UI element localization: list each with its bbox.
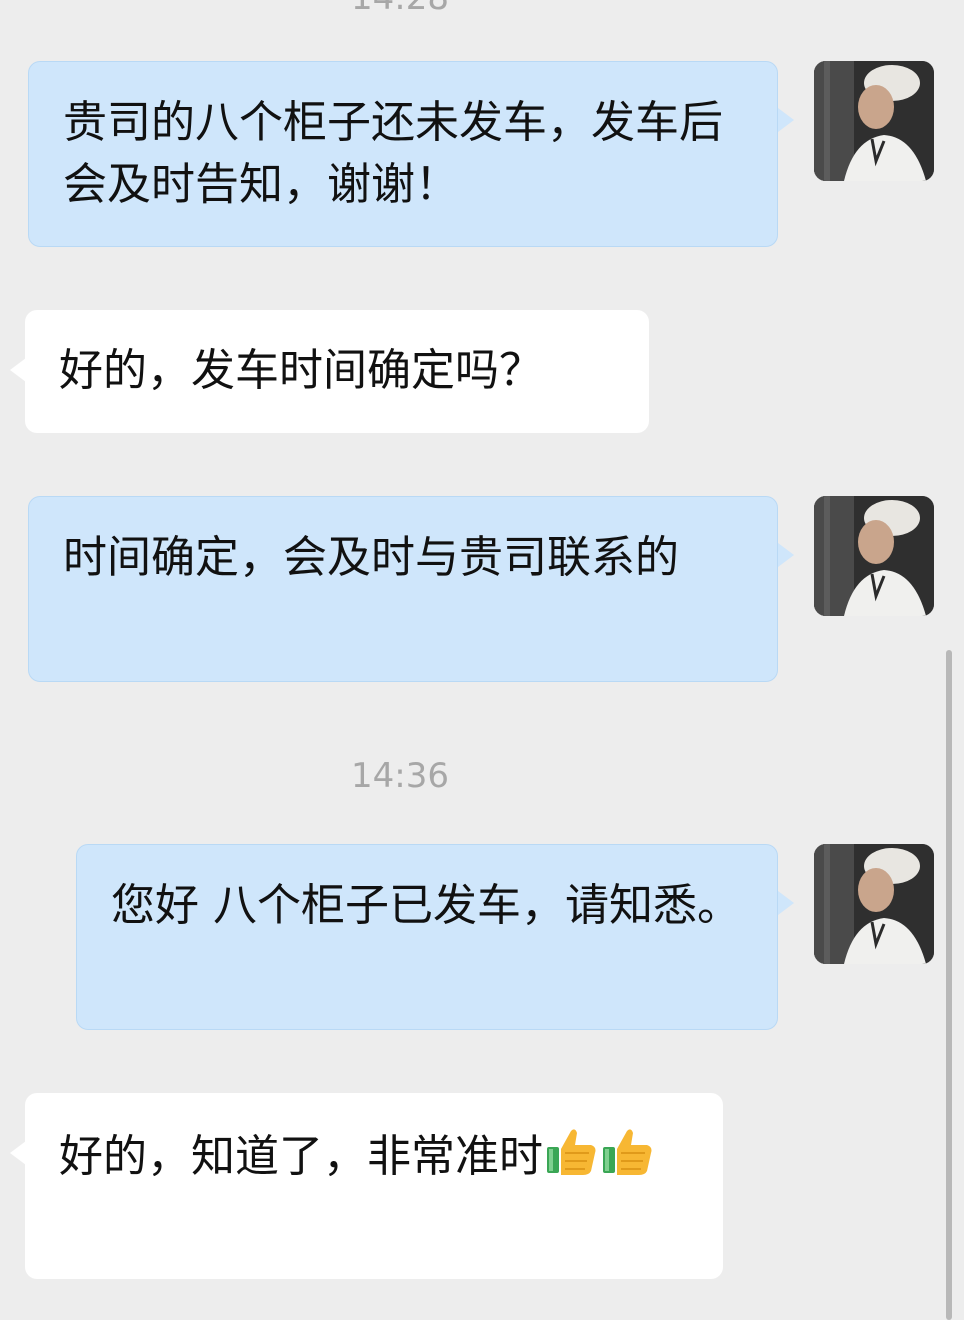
bubble-tail <box>10 358 26 382</box>
message-bubble-outgoing[interactable]: 您好 八个柜子已发车，请知悉。 <box>76 844 778 1030</box>
avatar[interactable] <box>814 844 934 964</box>
timestamp: 14:28 <box>300 0 500 18</box>
bubble-tail <box>10 1141 26 1165</box>
avatar-photo-icon <box>814 844 934 964</box>
message-bubble-outgoing[interactable]: 时间确定，会及时与贵司联系的 <box>28 496 778 682</box>
avatar-photo-icon <box>814 496 934 616</box>
message-text: 好的，知道了，非常准时 <box>59 1131 543 1182</box>
bubble-tail <box>778 108 794 132</box>
thumbs-up-icon <box>543 1123 599 1179</box>
message-bubble-incoming[interactable]: 好的，发车时间确定吗？ <box>25 310 649 433</box>
timestamp: 14:36 <box>351 756 449 796</box>
scrollbar-thumb[interactable] <box>946 650 952 1320</box>
scrollbar[interactable] <box>944 650 954 1320</box>
avatar[interactable] <box>814 61 934 181</box>
message-bubble-incoming[interactable]: 好的，知道了，非常准时 <box>25 1093 723 1279</box>
message-bubble-outgoing[interactable]: 贵司的八个柜子还未发车，发车后会及时告知，谢谢！ <box>28 61 778 247</box>
bubble-tail <box>778 543 794 567</box>
avatar[interactable] <box>814 496 934 616</box>
avatar-photo-icon <box>814 61 934 181</box>
bubble-tail <box>778 891 794 915</box>
thumbs-up-icon <box>599 1123 655 1179</box>
